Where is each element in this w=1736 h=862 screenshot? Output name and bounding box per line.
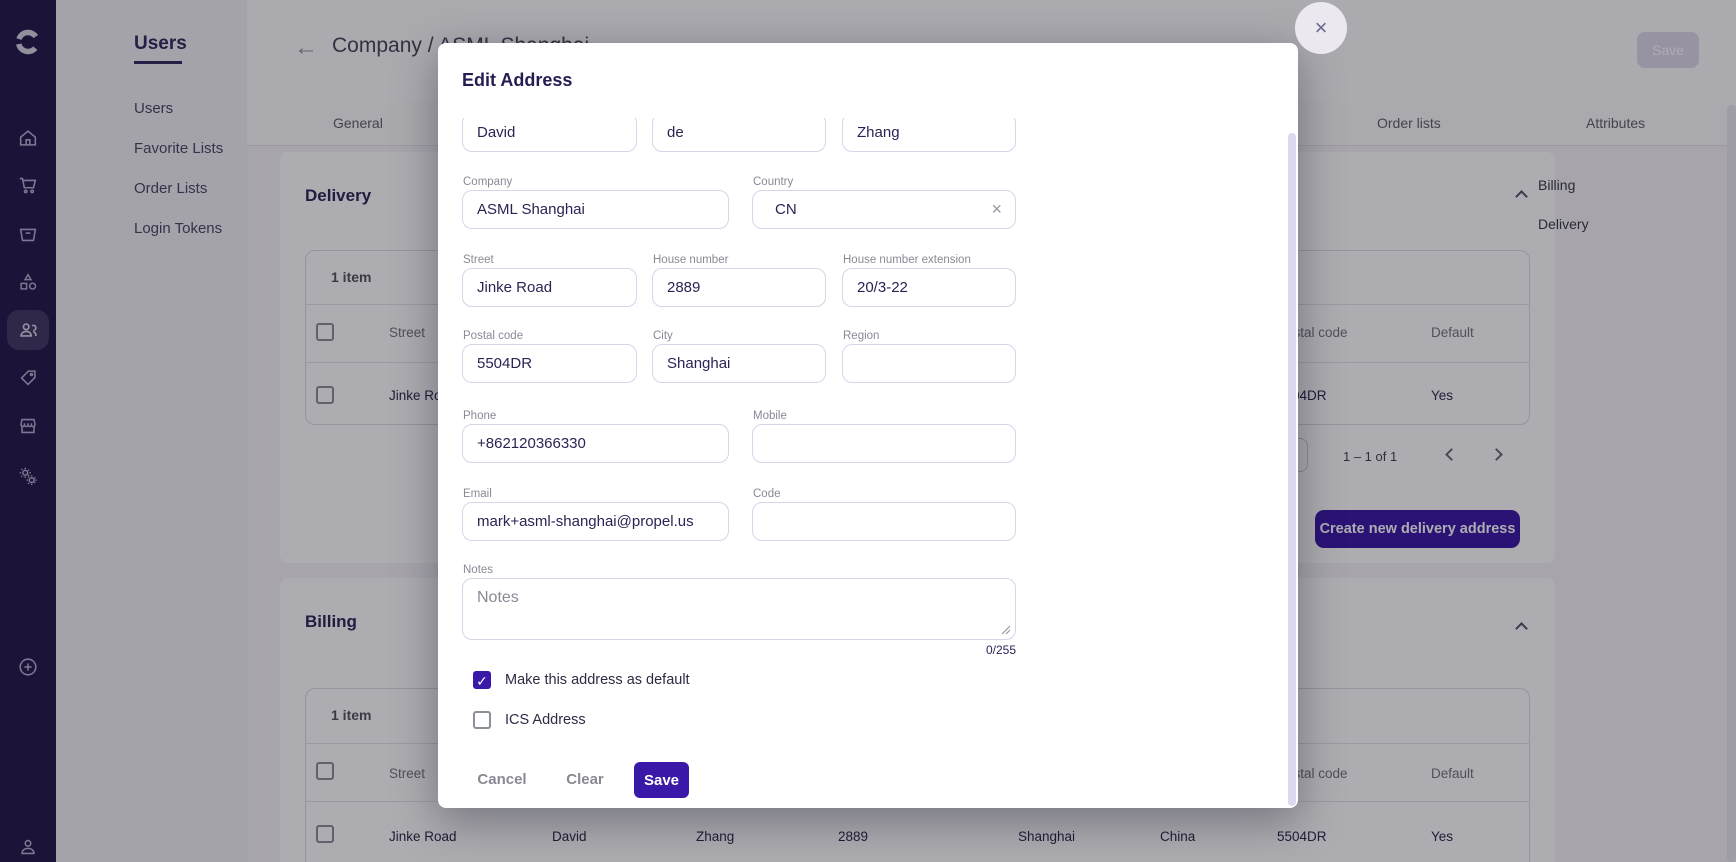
phone-input[interactable] bbox=[462, 424, 729, 463]
mobile-label: Mobile bbox=[753, 410, 787, 422]
country-clear-icon[interactable]: × bbox=[991, 199, 1002, 220]
code-input[interactable] bbox=[752, 502, 1016, 541]
postal-code-input[interactable] bbox=[462, 344, 637, 383]
default-address-checkbox[interactable]: ✓ bbox=[473, 671, 491, 689]
cancel-button[interactable]: Cancel bbox=[466, 762, 538, 798]
name-row-clip bbox=[438, 118, 1048, 152]
city-input[interactable] bbox=[652, 344, 826, 383]
street-label: Street bbox=[463, 254, 494, 266]
house-number-extension-input[interactable] bbox=[842, 268, 1016, 307]
house-number-label: House number bbox=[653, 254, 729, 266]
notes-char-counter: 0/255 bbox=[985, 643, 1016, 657]
phone-label: Phone bbox=[463, 410, 497, 422]
code-label: Code bbox=[753, 488, 781, 500]
region-input[interactable] bbox=[842, 344, 1016, 383]
notes-label: Notes bbox=[463, 564, 494, 576]
edit-address-modal: Edit Address Company Country × Street Ho… bbox=[438, 43, 1298, 808]
middle-name-input[interactable] bbox=[652, 118, 826, 152]
company-input[interactable] bbox=[462, 190, 729, 229]
ics-address-checkbox[interactable] bbox=[473, 711, 491, 729]
modal-scrollbar[interactable] bbox=[1288, 133, 1296, 806]
house-number-input[interactable] bbox=[652, 268, 826, 307]
mobile-input[interactable] bbox=[752, 424, 1016, 463]
region-label: Region bbox=[843, 330, 880, 342]
first-name-input[interactable] bbox=[462, 118, 637, 152]
ics-address-checkbox-label: ICS Address bbox=[505, 712, 586, 728]
modal-save-button[interactable]: Save bbox=[634, 762, 689, 798]
clear-button[interactable]: Clear bbox=[549, 762, 621, 798]
screen: Users Users Favorite Lists Order Lists L… bbox=[0, 0, 1736, 862]
country-label: Country bbox=[753, 176, 794, 188]
street-input[interactable] bbox=[462, 268, 637, 307]
close-modal-button[interactable]: × bbox=[1295, 2, 1347, 54]
email-label: Email bbox=[463, 488, 492, 500]
house-number-extension-label: House number extension bbox=[843, 254, 971, 266]
default-address-checkbox-label: Make this address as default bbox=[505, 672, 690, 688]
modal-title: Edit Address bbox=[462, 70, 573, 90]
country-input[interactable] bbox=[752, 190, 1016, 229]
email-input[interactable] bbox=[462, 502, 729, 541]
city-label: City bbox=[653, 330, 673, 342]
last-name-input[interactable] bbox=[842, 118, 1016, 152]
notes-textarea[interactable] bbox=[462, 578, 1016, 640]
postal-code-label: Postal code bbox=[463, 330, 524, 342]
company-label: Company bbox=[463, 176, 513, 188]
